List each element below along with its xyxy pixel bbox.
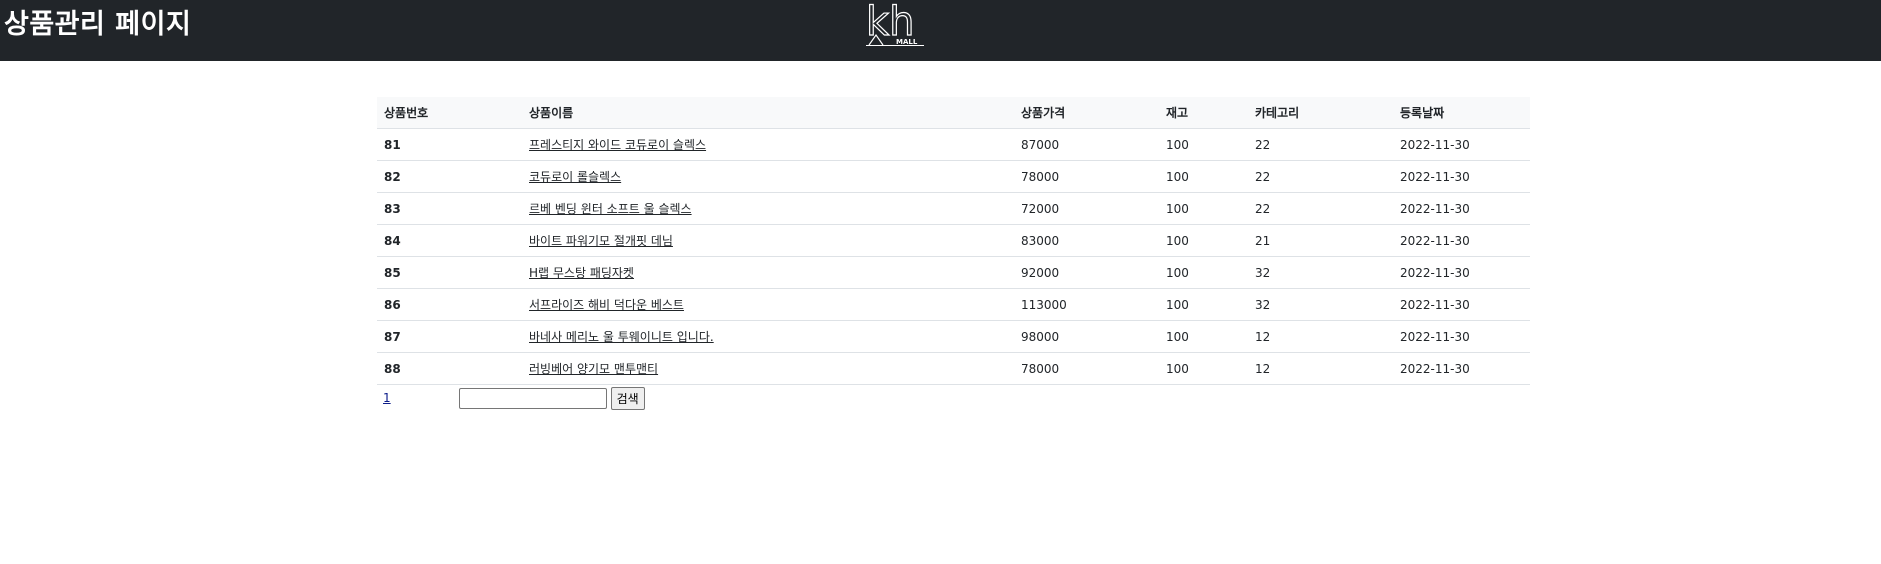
product-number: 88	[377, 352, 522, 385]
kh-mall-logo[interactable]: kh MALL	[866, 1, 924, 47]
product-stock: 100	[1159, 192, 1248, 225]
table-header-row: 상품번호 상품이름 상품가격 재고 카테고리 등록날짜	[377, 97, 1530, 129]
product-name-link[interactable]: 르베 벤딩 윈터 소프트 울 슬렉스	[529, 202, 692, 216]
product-price: 78000	[1014, 352, 1159, 385]
product-name-link[interactable]: 바네사 메리노 울 투웨이니트 입니다.	[529, 330, 714, 344]
product-name-cell: 르베 벤딩 윈터 소프트 울 슬렉스	[522, 192, 1014, 225]
product-number: 86	[377, 288, 522, 321]
product-name-link[interactable]: 코듀로이 롤슬렉스	[529, 170, 621, 184]
product-category: 12	[1248, 352, 1393, 385]
product-category: 22	[1248, 192, 1393, 225]
product-category: 22	[1248, 160, 1393, 193]
product-stock: 100	[1159, 352, 1248, 385]
product-category: 22	[1248, 128, 1393, 161]
logo-subtext: MALL	[896, 38, 918, 46]
product-name-link[interactable]: 서프라이즈 해비 덕다운 베스트	[529, 298, 684, 312]
table-row: 85 H랩 무스탕 패딩자켓 92000 100 32 2022-11-30	[377, 256, 1530, 289]
header-bar: 상품관리 페이지 kh MALL	[0, 0, 1881, 61]
product-name-cell: H랩 무스탕 패딩자켓	[522, 256, 1014, 289]
product-category: 32	[1248, 256, 1393, 289]
header-register-date: 등록날짜	[1393, 97, 1530, 129]
product-name-cell: 프레스티지 와이드 코듀로이 슬렉스	[522, 128, 1014, 161]
product-stock: 100	[1159, 128, 1248, 161]
product-table: 상품번호 상품이름 상품가격 재고 카테고리 등록날짜 81 프레스티지 와이드…	[377, 97, 1530, 385]
header-category: 카테고리	[1248, 97, 1393, 129]
product-name-link[interactable]: 바이트 파워기모 절개핏 데님	[529, 234, 673, 248]
product-category: 32	[1248, 288, 1393, 321]
search-button[interactable]: 검색	[610, 386, 645, 410]
product-name-cell: 서프라이즈 해비 덕다운 베스트	[522, 288, 1014, 321]
product-name-cell: 바이트 파워기모 절개핏 데님	[522, 224, 1014, 257]
product-category: 21	[1248, 224, 1393, 257]
product-number: 81	[377, 128, 522, 161]
table-row: 86 서프라이즈 해비 덕다운 베스트 113000 100 32 2022-1…	[377, 288, 1530, 321]
product-stock: 100	[1159, 256, 1248, 289]
product-name-cell: 러빙베어 양기모 맨투맨티	[522, 352, 1014, 385]
product-stock: 100	[1159, 160, 1248, 193]
product-price: 83000	[1014, 224, 1159, 257]
product-price: 92000	[1014, 256, 1159, 289]
product-number: 87	[377, 320, 522, 353]
product-date: 2022-11-30	[1393, 128, 1530, 161]
product-price: 113000	[1014, 288, 1159, 321]
product-price: 78000	[1014, 160, 1159, 193]
header-product-price: 상품가격	[1014, 97, 1159, 129]
product-name-link[interactable]: 프레스티지 와이드 코듀로이 슬렉스	[529, 138, 706, 152]
product-number: 82	[377, 160, 522, 193]
product-date: 2022-11-30	[1393, 320, 1530, 353]
header-product-number: 상품번호	[377, 97, 522, 129]
table-row: 84 바이트 파워기모 절개핏 데님 83000 100 21 2022-11-…	[377, 224, 1530, 257]
page-link-1[interactable]: 1	[383, 391, 391, 405]
product-date: 2022-11-30	[1393, 256, 1530, 289]
product-date: 2022-11-30	[1393, 224, 1530, 257]
product-number: 83	[377, 192, 522, 225]
product-price: 87000	[1014, 128, 1159, 161]
product-date: 2022-11-30	[1393, 352, 1530, 385]
table-row: 87 바네사 메리노 울 투웨이니트 입니다. 98000 100 12 202…	[377, 320, 1530, 353]
product-name-link[interactable]: H랩 무스탕 패딩자켓	[529, 266, 634, 280]
product-table-container: 상품번호 상품이름 상품가격 재고 카테고리 등록날짜 81 프레스티지 와이드…	[377, 97, 1530, 385]
product-stock: 100	[1159, 320, 1248, 353]
product-name-cell: 바네사 메리노 울 투웨이니트 입니다.	[522, 320, 1014, 353]
search-input[interactable]	[458, 387, 607, 409]
table-row: 83 르베 벤딩 윈터 소프트 울 슬렉스 72000 100 22 2022-…	[377, 192, 1530, 225]
product-price: 72000	[1014, 192, 1159, 225]
product-name-link[interactable]: 러빙베어 양기모 맨투맨티	[529, 362, 658, 376]
product-name-cell: 코듀로이 롤슬렉스	[522, 160, 1014, 193]
product-price: 98000	[1014, 320, 1159, 353]
product-category: 12	[1248, 320, 1393, 353]
header-stock: 재고	[1159, 97, 1248, 129]
product-number: 84	[377, 224, 522, 257]
product-date: 2022-11-30	[1393, 192, 1530, 225]
page-title: 상품관리 페이지	[4, 9, 192, 40]
product-stock: 100	[1159, 224, 1248, 257]
header-product-name: 상품이름	[522, 97, 1014, 129]
product-number: 85	[377, 256, 522, 289]
product-date: 2022-11-30	[1393, 288, 1530, 321]
table-row: 82 코듀로이 롤슬렉스 78000 100 22 2022-11-30	[377, 160, 1530, 193]
product-date: 2022-11-30	[1393, 160, 1530, 193]
product-stock: 100	[1159, 288, 1248, 321]
table-row: 88 러빙베어 양기모 맨투맨티 78000 100 12 2022-11-30	[377, 352, 1530, 385]
pagination-search-bar: 1 검색	[377, 385, 645, 411]
table-row: 81 프레스티지 와이드 코듀로이 슬렉스 87000 100 22 2022-…	[377, 128, 1530, 161]
